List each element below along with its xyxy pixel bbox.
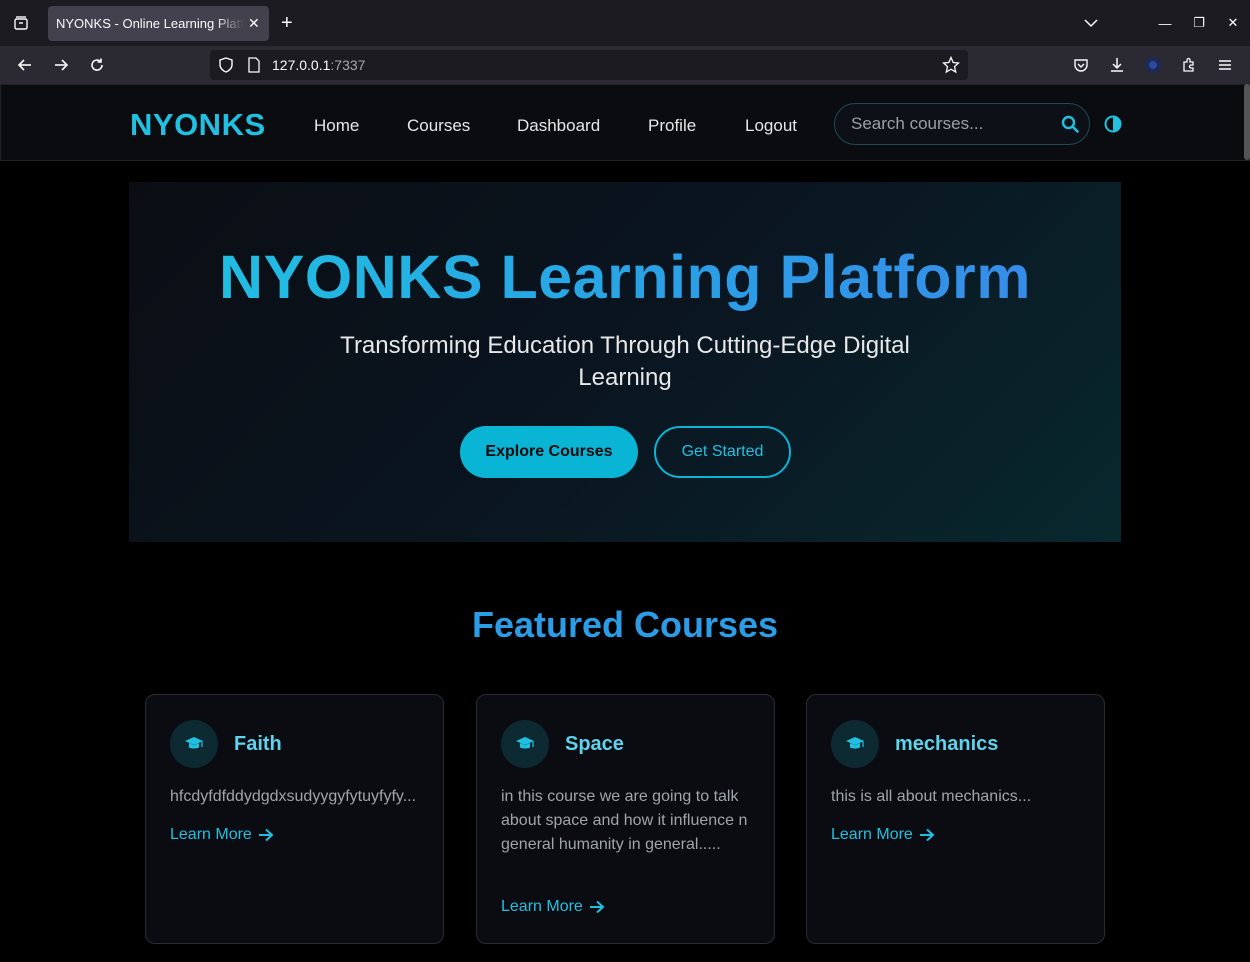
arrow-right-icon bbox=[258, 828, 274, 842]
minimize-icon[interactable]: — bbox=[1148, 16, 1182, 31]
learn-more-label: Learn More bbox=[170, 826, 252, 843]
bookmark-star-icon[interactable] bbox=[941, 55, 961, 77]
pocket-icon[interactable] bbox=[1070, 54, 1092, 76]
nav-link-courses[interactable]: Courses bbox=[407, 116, 470, 136]
course-title: mechanics bbox=[895, 733, 999, 755]
learn-more-label: Learn More bbox=[501, 898, 583, 915]
hero-subtitle: Transforming Education Through Cutting-E… bbox=[340, 332, 910, 391]
course-description: in this course we are going to talk abou… bbox=[501, 788, 748, 853]
featured-courses-title: Featured Courses bbox=[471, 604, 779, 645]
hero-title: NYONKS Learning Platform bbox=[129, 242, 1121, 312]
search-icon[interactable] bbox=[1061, 115, 1079, 133]
page-scrollbar[interactable] bbox=[1244, 84, 1250, 160]
graduation-cap-icon bbox=[501, 720, 549, 768]
site-logo[interactable]: NYONKS bbox=[130, 107, 266, 143]
nav-link-home[interactable]: Home bbox=[314, 116, 359, 136]
nav-link-dashboard[interactable]: Dashboard bbox=[517, 116, 600, 136]
url-host: 127.0.0.1 bbox=[272, 57, 331, 73]
url-text: 127.0.0.1:7337 bbox=[272, 57, 365, 73]
get-started-button[interactable]: Get Started bbox=[654, 426, 791, 478]
course-card: Space in this course we are going to tal… bbox=[476, 694, 775, 944]
page-viewport: NYONKS Home Courses Dashboard Profile Lo… bbox=[0, 84, 1250, 962]
learn-more-link[interactable]: Learn More bbox=[170, 826, 274, 844]
chevron-down-icon[interactable] bbox=[1074, 18, 1108, 28]
graduation-cap-icon bbox=[170, 720, 218, 768]
explore-courses-button[interactable]: Explore Courses bbox=[460, 426, 638, 478]
course-description: hfcdyfdfddydgdxsudyygyfytuyfyfy... bbox=[170, 788, 417, 805]
theme-toggle-icon[interactable] bbox=[1104, 115, 1122, 133]
nav-link-profile[interactable]: Profile bbox=[648, 116, 696, 136]
course-card: Faith hfcdyfdfddydgdxsudyygyfytuyfyfy...… bbox=[145, 694, 444, 944]
download-icon[interactable] bbox=[1106, 54, 1128, 76]
nav-link-logout[interactable]: Logout bbox=[745, 116, 797, 136]
new-tab-icon[interactable]: + bbox=[281, 12, 293, 34]
course-title: Space bbox=[565, 733, 624, 755]
restore-icon[interactable]: ❐ bbox=[1182, 15, 1216, 31]
course-description: this is all about mechanics... bbox=[831, 788, 1032, 805]
menu-icon[interactable] bbox=[1214, 54, 1236, 76]
browser-tab-title: NYONKS - Online Learning Platform bbox=[56, 16, 244, 31]
page-icon[interactable] bbox=[247, 57, 261, 76]
graduation-cap-icon bbox=[831, 720, 879, 768]
account-avatar-icon[interactable] bbox=[1142, 54, 1164, 76]
search-box bbox=[834, 103, 1090, 145]
window-controls: — ❐ ✕ bbox=[1074, 0, 1250, 46]
close-window-icon[interactable]: ✕ bbox=[1216, 15, 1250, 31]
close-tab-icon[interactable]: ✕ bbox=[248, 15, 260, 32]
hero-section: NYONKS Learning Platform Transforming Ed… bbox=[129, 182, 1121, 542]
browser-tab-active[interactable]: NYONKS - Online Learning Platform ✕ bbox=[48, 6, 269, 41]
reload-icon[interactable] bbox=[86, 54, 108, 76]
site-navbar: NYONKS Home Courses Dashboard Profile Lo… bbox=[0, 84, 1250, 161]
search-input[interactable] bbox=[851, 114, 1051, 134]
course-card: mechanics this is all about mechanics...… bbox=[806, 694, 1105, 944]
shield-icon[interactable] bbox=[218, 57, 234, 76]
url-port: :7337 bbox=[330, 57, 366, 73]
learn-more-label: Learn More bbox=[831, 826, 913, 843]
tab-list-icon[interactable] bbox=[10, 12, 32, 34]
arrow-right-icon bbox=[919, 828, 935, 842]
browser-tab-bar: NYONKS - Online Learning Platform ✕ + — … bbox=[0, 0, 1250, 46]
learn-more-link[interactable]: Learn More bbox=[501, 898, 605, 916]
course-title: Faith bbox=[234, 733, 282, 755]
extensions-icon[interactable] bbox=[1178, 54, 1200, 76]
back-icon[interactable] bbox=[14, 54, 36, 76]
address-bar[interactable]: 127.0.0.1:7337 bbox=[210, 50, 968, 80]
learn-more-link[interactable]: Learn More bbox=[831, 826, 935, 844]
arrow-right-icon bbox=[589, 900, 605, 914]
forward-icon[interactable] bbox=[50, 54, 72, 76]
